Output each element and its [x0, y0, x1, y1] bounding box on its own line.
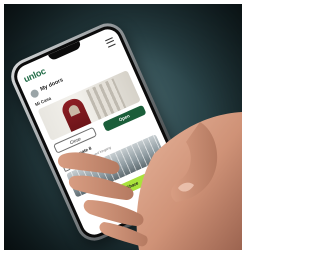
index-finger	[58, 152, 120, 174]
ring-finger	[83, 200, 144, 226]
product-photo: unloc My doors Mi Casa Close Open Kongen…	[4, 4, 242, 250]
middle-finger	[68, 175, 134, 200]
hand-illustration	[58, 112, 242, 250]
